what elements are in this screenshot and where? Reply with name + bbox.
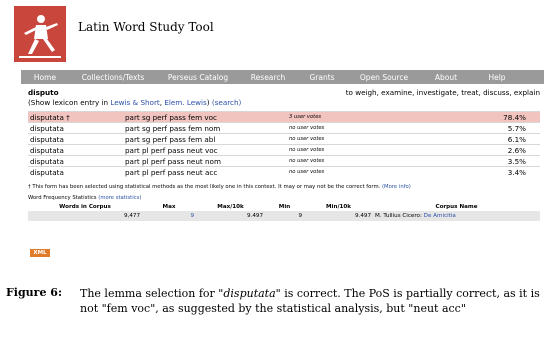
freq-min: 9 — [265, 211, 304, 221]
caption-label: Figure 6: — [6, 286, 63, 299]
lexicon-links: (Show lexicon entry in Lewis & Short, El… — [28, 98, 242, 107]
col-max: Max — [162, 203, 176, 210]
caption-word: disputata — [223, 287, 276, 300]
col-corpus: Corpus Name — [435, 203, 478, 210]
parse-votes: no user votes — [287, 155, 441, 167]
parse-analysis: part pl perf pass neut voc — [117, 144, 287, 156]
corpus-link[interactable]: De Amicitia — [424, 213, 456, 219]
elem-lewis-link[interactable]: Elem. Lewis — [164, 98, 206, 107]
search-link[interactable]: (search) — [212, 98, 241, 107]
freq-max10k: 9.497 — [196, 211, 265, 221]
parse-pct: 78.4% — [441, 111, 540, 123]
lewis-short-link[interactable]: Lewis & Short — [110, 98, 159, 107]
parse-form: disputata — [28, 166, 117, 177]
parse-pct: 3.4% — [441, 166, 540, 177]
note-text: † This form has been selected using stat… — [28, 184, 381, 190]
xml-badge[interactable]: XML — [30, 249, 50, 257]
lemma-definition: to weigh, examine, investigate, treat, d… — [345, 88, 540, 97]
parse-pct: 2.6% — [441, 144, 540, 156]
parse-form: disputata — [28, 122, 117, 134]
parse-row[interactable]: disputata part pl perf pass neut acc no us… — [28, 166, 540, 177]
parse-row[interactable]: disputata † part sg perf pass fem voc 3 us… — [28, 111, 540, 123]
nav-collections-texts[interactable]: Collections/Texts — [69, 73, 157, 82]
freq-corpus: M. Tullius Cicero: De Amicitia — [373, 211, 540, 221]
corpus-author: M. Tullius Cicero: — [375, 213, 424, 219]
parse-pct: 3.5% — [441, 155, 540, 167]
caption-text: The lemma selection for "disputata" is c… — [80, 286, 554, 316]
app-title: Latin Word Study Tool — [78, 20, 214, 34]
nav-help[interactable]: Help — [471, 73, 523, 82]
freq-title-text: Word Frequency Statistics — [28, 195, 97, 201]
parse-analysis: part sg perf pass fem voc — [117, 111, 287, 123]
parse-votes: no user votes — [287, 133, 441, 145]
parse-table: disputata † part sg perf pass fem voc 3 us… — [28, 111, 540, 177]
word-study-panel: disputo to weigh, examine, investigate, … — [28, 88, 540, 221]
parse-votes: 3 user votes — [287, 111, 441, 123]
parse-analysis: part sg perf pass fem abl — [117, 133, 287, 145]
col-max10k: Max/10k — [217, 203, 244, 210]
col-min: Min — [278, 203, 291, 210]
parse-row[interactable]: disputata part sg perf pass fem nom no use… — [28, 122, 540, 134]
parse-analysis: part pl perf pass neut acc — [117, 166, 287, 177]
more-statistics-link[interactable]: (more statistics) — [98, 195, 141, 201]
nav-open-source[interactable]: Open Source — [347, 73, 421, 82]
statistical-note: † This form has been selected using stat… — [28, 183, 540, 192]
figure-icon — [14, 6, 66, 62]
more-info-link[interactable]: (More info) — [382, 184, 411, 190]
parse-pct: 6.1% — [441, 133, 540, 145]
nav-perseus-catalog[interactable]: Perseus Catalog — [157, 73, 239, 82]
freq-row: 9,477 9 9.497 9 9.497 M. Tullius Cicero:… — [28, 211, 540, 221]
caption-pre: The lemma selection for " — [80, 287, 224, 300]
freq-title: Word Frequency Statistics (more statisti… — [28, 194, 540, 202]
nav-about[interactable]: About — [421, 73, 471, 82]
perseus-logo[interactable] — [14, 6, 66, 62]
nav-grants[interactable]: Grants — [297, 73, 347, 82]
parse-form: disputata — [28, 155, 117, 167]
freq-min10k: 9.497 — [304, 211, 373, 221]
parse-pct: 5.7% — [441, 122, 540, 134]
parse-analysis: part pl perf pass neut nom — [117, 155, 287, 167]
lexicon-prefix: (Show lexicon entry in — [28, 98, 111, 107]
lemma-word: disputo — [28, 88, 59, 97]
freq-words: 9,477 — [28, 211, 142, 221]
parse-votes: no user votes — [287, 144, 441, 156]
nav-research[interactable]: Research — [239, 73, 297, 82]
parse-row[interactable]: disputata part sg perf pass fem abl no use… — [28, 133, 540, 145]
parse-form: disputata † — [28, 111, 117, 123]
col-words: Words in Corpus — [59, 203, 111, 210]
parse-votes: no user votes — [287, 166, 441, 177]
parse-votes: no user votes — [287, 122, 441, 134]
freq-max-link[interactable]: 9 — [142, 211, 196, 221]
parse-analysis: part sg perf pass fem nom — [117, 122, 287, 134]
nav-home[interactable]: Home — [21, 73, 69, 82]
main-navbar: Home Collections/Texts Perseus Catalog R… — [21, 70, 544, 84]
parse-form: disputata — [28, 133, 117, 145]
frequency-table: Words in Corpus Max Max/10k Min Min/10k … — [28, 202, 540, 221]
parse-row[interactable]: disputata part pl perf pass neut nom no us… — [28, 155, 540, 167]
col-min10k: Min/10k — [325, 203, 351, 210]
parse-form: disputata — [28, 144, 117, 156]
parse-row[interactable]: disputata part pl perf pass neut voc no us… — [28, 144, 540, 156]
